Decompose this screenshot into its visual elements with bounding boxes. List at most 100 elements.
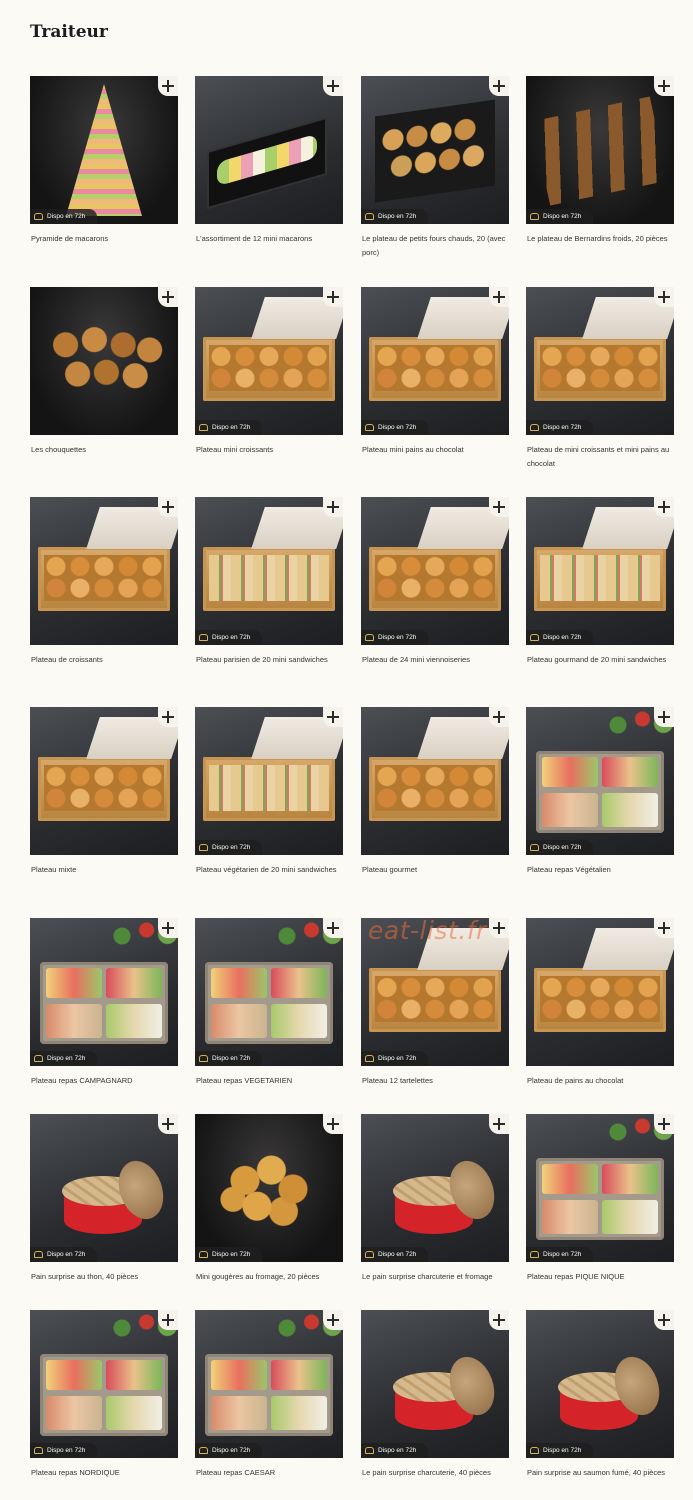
product-image[interactable]: Dispo en 72h: [361, 1310, 509, 1458]
product-image[interactable]: Dispo en 72h: [526, 287, 674, 435]
product-card[interactable]: Dispo en 72h Pain surprise au saumon fumé…: [526, 1310, 674, 1480]
add-to-cart-icon[interactable]: [323, 76, 343, 96]
product-name[interactable]: Plateau mini pains au chocolat: [362, 443, 509, 457]
product-name[interactable]: Les chouquettes: [31, 443, 178, 457]
product-image[interactable]: Dispo en 72h: [361, 76, 509, 224]
product-image[interactable]: Dispo en 72h: [30, 287, 178, 435]
product-card[interactable]: Dispo en 72h Le pain surprise charcuterie…: [361, 1310, 509, 1480]
product-card[interactable]: Dispo en 72h Plateau repas PIQUE NIQUE: [526, 1114, 674, 1284]
product-name[interactable]: Plateau mixte: [31, 863, 178, 877]
product-card[interactable]: Dispo en 72h Plateau mini croissants: [195, 287, 343, 457]
add-to-cart-icon[interactable]: [323, 918, 343, 938]
product-name[interactable]: Plateau végétarien de 20 mini sandwiches: [196, 863, 343, 877]
product-name[interactable]: Plateau de croissants: [31, 653, 178, 667]
product-image[interactable]: Dispo en 72h: [361, 1114, 509, 1262]
product-name[interactable]: Mini gougères au fromage, 20 pièces: [196, 1270, 343, 1284]
product-card[interactable]: Dispo en 72h Plateau gourmand de 20 mini …: [526, 497, 674, 667]
product-name[interactable]: Pain surprise au thon, 40 pièces: [31, 1270, 178, 1284]
add-to-cart-icon[interactable]: [654, 497, 674, 517]
product-card[interactable]: Dispo en 72h Plateau mini pains au chocol…: [361, 287, 509, 457]
product-image[interactable]: Dispo en 72h: [30, 1310, 178, 1458]
product-image[interactable]: Dispo en 72h: [195, 918, 343, 1066]
add-to-cart-icon[interactable]: [158, 76, 178, 96]
product-card[interactable]: Dispo en 72h Plateau parisien de 20 mini …: [195, 497, 343, 667]
product-card[interactable]: Dispo en 72h Les chouquettes: [30, 287, 178, 457]
product-card[interactable]: Dispo en 72h Plateau mixte: [30, 707, 178, 877]
add-to-cart-icon[interactable]: [323, 1310, 343, 1330]
add-to-cart-icon[interactable]: [158, 1114, 178, 1134]
product-image[interactable]: Dispo en 72h: [526, 497, 674, 645]
product-card[interactable]: Dispo en 72h Le pain surprise charcuterie…: [361, 1114, 509, 1284]
product-name[interactable]: Plateau repas Végétalien: [527, 863, 674, 877]
product-name[interactable]: L'assortiment de 12 mini macarons: [196, 232, 343, 246]
add-to-cart-icon[interactable]: [489, 1114, 509, 1134]
product-name[interactable]: Le plateau de Bernardins froids, 20 pièc…: [527, 232, 674, 246]
product-card[interactable]: Dispo en 72h Plateau de 24 mini viennoise…: [361, 497, 509, 667]
add-to-cart-icon[interactable]: [489, 707, 509, 727]
add-to-cart-icon[interactable]: [158, 287, 178, 307]
product-image[interactable]: Dispo en 72h: [361, 287, 509, 435]
add-to-cart-icon[interactable]: [654, 1114, 674, 1134]
add-to-cart-icon[interactable]: [654, 918, 674, 938]
product-card[interactable]: Dispo en 72h Plateau repas CAMPAGNARD: [30, 918, 178, 1088]
product-name[interactable]: Plateau parisien de 20 mini sandwiches: [196, 653, 343, 667]
product-name[interactable]: Plateau repas CAMPAGNARD: [31, 1074, 178, 1088]
add-to-cart-icon[interactable]: [158, 918, 178, 938]
product-name[interactable]: Plateau de 24 mini viennoiseries: [362, 653, 509, 667]
product-image[interactable]: Dispo en 72h: [195, 1114, 343, 1262]
product-image[interactable]: Dispo en 72h: [361, 497, 509, 645]
product-image[interactable]: Dispo en 72h: [526, 76, 674, 224]
product-card[interactable]: Dispo en 72h Le plateau de Bernardins fro…: [526, 76, 674, 246]
product-image[interactable]: Dispo en 72h: [30, 76, 178, 224]
add-to-cart-icon[interactable]: [654, 1310, 674, 1330]
product-image[interactable]: Dispo en 72h: [30, 1114, 178, 1262]
product-name[interactable]: Plateau repas PIQUE NIQUE: [527, 1270, 674, 1284]
product-image[interactable]: Dispo en 72h: [195, 1310, 343, 1458]
product-name[interactable]: Plateau repas VEGETARIEN: [196, 1074, 343, 1088]
product-card[interactable]: Dispo en 72h Plateau repas Végétalien: [526, 707, 674, 877]
add-to-cart-icon[interactable]: [158, 707, 178, 727]
product-name[interactable]: Plateau repas CAESAR: [196, 1466, 343, 1480]
add-to-cart-icon[interactable]: [654, 76, 674, 96]
add-to-cart-icon[interactable]: [654, 707, 674, 727]
product-image[interactable]: Dispo en 72h: [195, 707, 343, 855]
product-image[interactable]: Dispo en 72h: [30, 497, 178, 645]
product-card[interactable]: Dispo en 72h Plateau repas NORDIQUE: [30, 1310, 178, 1480]
product-card[interactable]: Dispo en 72h Plateau de pains au chocolat: [526, 918, 674, 1088]
add-to-cart-icon[interactable]: [158, 1310, 178, 1330]
add-to-cart-icon[interactable]: [323, 1114, 343, 1134]
product-name[interactable]: Plateau repas NORDIQUE: [31, 1466, 178, 1480]
product-name[interactable]: Le pain surprise charcuterie et fromage: [362, 1270, 509, 1284]
product-image[interactable]: Dispo en 72h: [195, 76, 343, 224]
product-card[interactable]: Dispo en 72h Plateau de mini croissants e…: [526, 287, 674, 471]
product-image[interactable]: Dispo en 72h: [195, 497, 343, 645]
product-image[interactable]: Dispo en 72h: [526, 1114, 674, 1262]
add-to-cart-icon[interactable]: [489, 497, 509, 517]
product-card[interactable]: Dispo en 72h Plateau de croissants: [30, 497, 178, 667]
product-image[interactable]: Dispo en 72h: [526, 918, 674, 1066]
add-to-cart-icon[interactable]: [489, 918, 509, 938]
product-name[interactable]: Plateau gourmand de 20 mini sandwiches: [527, 653, 674, 667]
product-name[interactable]: Plateau gourmet: [362, 863, 509, 877]
product-name[interactable]: Plateau de mini croissants et mini pains…: [527, 443, 674, 471]
add-to-cart-icon[interactable]: [323, 287, 343, 307]
product-card[interactable]: Dispo en 72h Plateau gourmet: [361, 707, 509, 877]
add-to-cart-icon[interactable]: [489, 287, 509, 307]
product-card[interactable]: Dispo en 72h L'assortiment de 12 mini mac…: [195, 76, 343, 246]
product-card[interactable]: Dispo en 72h Pain surprise au thon, 40 pi…: [30, 1114, 178, 1284]
add-to-cart-icon[interactable]: [489, 76, 509, 96]
product-name[interactable]: Pyramide de macarons: [31, 232, 178, 246]
product-name[interactable]: Plateau mini croissants: [196, 443, 343, 457]
product-card[interactable]: Dispo en 72h Mini gougères au fromage, 20…: [195, 1114, 343, 1284]
product-name[interactable]: Plateau de pains au chocolat: [527, 1074, 674, 1088]
add-to-cart-icon[interactable]: [654, 287, 674, 307]
add-to-cart-icon[interactable]: [323, 497, 343, 517]
add-to-cart-icon[interactable]: [323, 707, 343, 727]
product-card[interactable]: Dispo en 72h Plateau repas CAESAR: [195, 1310, 343, 1480]
product-image[interactable]: Dispo en 72h: [30, 918, 178, 1066]
product-card[interactable]: Dispo en 72h Pyramide de macarons: [30, 76, 178, 246]
add-to-cart-icon[interactable]: [489, 1310, 509, 1330]
product-name[interactable]: Le pain surprise charcuterie, 40 pièces: [362, 1466, 509, 1480]
product-name[interactable]: Le plateau de petits fours chauds, 20 (a…: [362, 232, 509, 260]
product-image[interactable]: Dispo en 72h: [30, 707, 178, 855]
